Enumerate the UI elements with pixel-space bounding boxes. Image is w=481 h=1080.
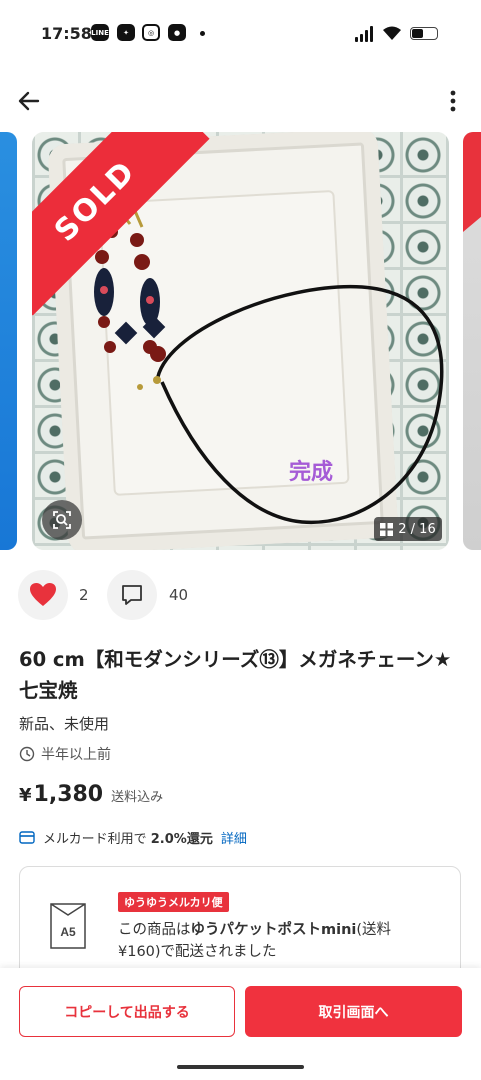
signal-icon (355, 26, 375, 42)
go-to-transaction-button[interactable]: 取引画面へ (245, 986, 462, 1037)
image-counter: 2 / 16 (374, 517, 442, 541)
zoom-button[interactable] (42, 500, 82, 540)
like-count: 2 (79, 586, 89, 604)
next-image-peek[interactable] (463, 132, 481, 550)
top-bar (0, 80, 481, 124)
shipping-method-badge: ゆうゆうメルカリ便 (118, 892, 229, 912)
shipping-description: この商品はゆうパケットポストmini(送料¥160)で配送されました (118, 922, 392, 960)
engagement-row: 2 40 (18, 570, 218, 620)
comment-button[interactable] (107, 570, 157, 620)
chat-app-icon: ● (168, 24, 186, 41)
more-vertical-icon[interactable] (444, 88, 462, 114)
status-bar: 17:58 LINE ✦ ◎ ● (0, 0, 481, 66)
grid-icon (380, 522, 394, 536)
item-condition: 新品、未使用 (19, 715, 110, 733)
like-button[interactable] (18, 570, 68, 620)
clock-icon (19, 746, 35, 762)
price-value: 1,380 (33, 782, 104, 807)
image-carousel[interactable]: 6 SOLD 完成 (0, 132, 481, 550)
price-shipping-note: 送料込み (111, 790, 164, 805)
price: ¥ 1,380 送料込み (19, 782, 163, 807)
price-currency: ¥ (19, 785, 32, 806)
copy-and-list-button[interactable]: コピーして出品する (19, 986, 235, 1037)
card-promo-prefix: メルカード利用で (43, 832, 147, 847)
arrow-left-icon[interactable] (16, 88, 42, 114)
next-image-sold-corner (463, 132, 481, 232)
item-title: 60 cm【和モダンシリーズ⑬】メガネチェーン★七宝焼 (19, 648, 452, 702)
image-counter-text: 2 / 16 (398, 521, 436, 537)
posted-time: 半年以上前 (19, 744, 111, 764)
line-app-icon: LINE (91, 24, 109, 41)
product-image[interactable]: SOLD 完成 2 / 16 (32, 132, 449, 550)
battery-icon (410, 27, 438, 40)
more-notifications-dot (200, 31, 205, 36)
heart-icon (30, 583, 56, 606)
image-search-icon (53, 511, 71, 529)
a5-label: A5 (60, 925, 76, 939)
wifi-icon (383, 26, 401, 40)
bottom-action-bar: コピーして出品する 取引画面へ (0, 968, 481, 1080)
posted-time-text: 半年以上前 (41, 747, 111, 763)
previous-image-peek[interactable]: 6 (0, 132, 17, 550)
credit-card-icon (19, 831, 35, 844)
card-promo-details-link[interactable]: 詳細 (221, 828, 247, 847)
status-time: 17:58 (41, 24, 92, 43)
comment-count: 40 (169, 586, 189, 604)
app-notification-icon: ✦ (117, 24, 135, 41)
watermark-text: 完成 (289, 460, 334, 485)
home-indicator[interactable] (177, 1065, 304, 1069)
instagram-icon: ◎ (142, 24, 160, 41)
card-promo-rate: 2.0%還元 (150, 832, 213, 847)
card-promo: メルカード利用で 2.0%還元 詳細 (19, 828, 247, 847)
comment-icon (122, 585, 142, 605)
a5-envelope-icon: A5 (50, 903, 86, 949)
